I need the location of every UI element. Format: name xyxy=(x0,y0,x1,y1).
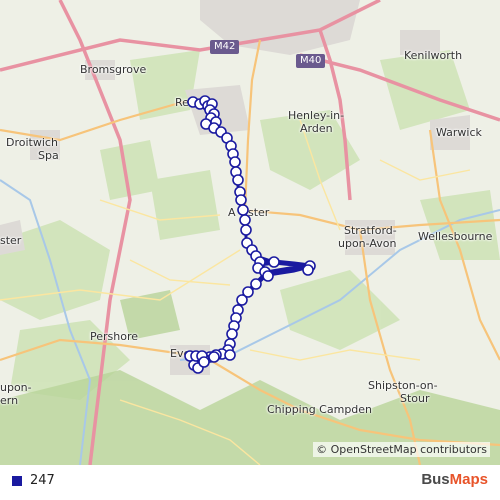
route-overlay xyxy=(184,95,316,374)
bus-stop-marker[interactable] xyxy=(240,224,252,236)
bus-stop-marker[interactable] xyxy=(232,174,244,186)
bus-stop-marker[interactable] xyxy=(239,214,251,226)
brand-part-bus: Bus xyxy=(421,471,450,488)
bus-stop-marker[interactable] xyxy=(262,270,274,282)
map-attribution[interactable]: © OpenStreetMap contributors xyxy=(313,442,490,457)
bus-stop-marker[interactable] xyxy=(235,194,247,206)
bus-stop-marker[interactable] xyxy=(268,256,280,268)
bus-stop-marker[interactable] xyxy=(250,278,262,290)
bus-stop-marker[interactable] xyxy=(229,156,241,168)
bus-stop-marker[interactable] xyxy=(236,294,248,306)
bus-stop-marker[interactable] xyxy=(226,328,238,340)
bus-stop-marker[interactable] xyxy=(208,351,220,363)
footer: 247 BusMaps xyxy=(0,465,500,500)
map-area[interactable]: Bromsgrove Red Droitwich Spa ster Henley… xyxy=(0,0,500,465)
bus-stop-marker[interactable] xyxy=(224,349,236,361)
bus-stop-marker[interactable] xyxy=(237,204,249,216)
bus-stop-marker[interactable] xyxy=(198,356,210,368)
route-stops xyxy=(184,95,316,374)
legend-swatch xyxy=(12,476,22,486)
brand-logo[interactable]: BusMaps xyxy=(421,471,488,488)
bus-stop-marker[interactable] xyxy=(302,264,314,276)
legend-route-label: 247 xyxy=(30,473,55,488)
brand-part-maps: Maps xyxy=(449,471,488,488)
